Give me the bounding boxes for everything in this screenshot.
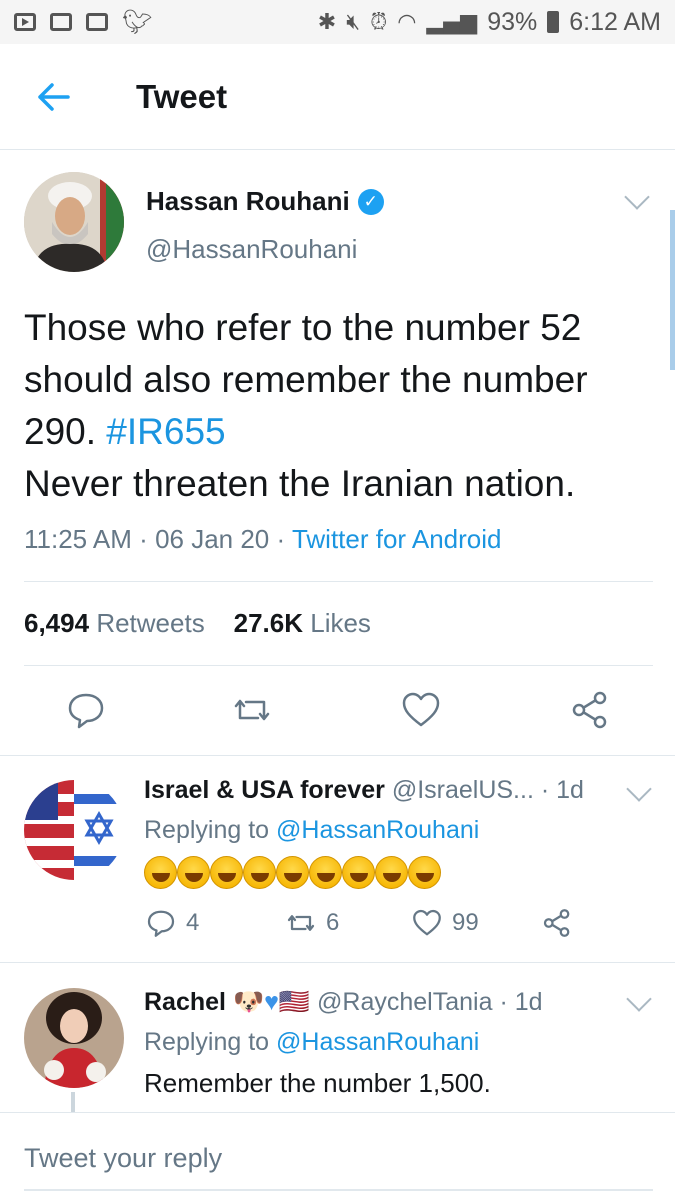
laughing-emoji-icon xyxy=(243,856,276,889)
wifi-icon: ◠ xyxy=(397,9,417,35)
gallery-icon xyxy=(50,13,72,31)
mute-icon: 🔇︎ xyxy=(346,9,361,35)
tweet-date: 06 Jan 20 xyxy=(155,524,270,554)
replying-to-line: Replying to @HassanRouhani xyxy=(144,816,480,844)
reply-menu-chevron-icon[interactable] xyxy=(626,986,652,1012)
retweet-count[interactable]: 6,494 xyxy=(24,608,89,638)
divider xyxy=(24,581,653,582)
author-handle[interactable]: @HassanRouhani xyxy=(146,234,357,265)
reply-author-handle[interactable]: @IsraelUS... xyxy=(392,776,534,804)
twitter-bird-icon: 🐦︎ xyxy=(122,8,153,36)
hashtag-link[interactable]: #IR655 xyxy=(106,411,225,452)
retweet-icon xyxy=(287,915,315,931)
clock: 6:12 AM xyxy=(569,7,661,36)
laughing-emoji-icon xyxy=(309,856,342,889)
tweet-metadata: 11:25 AM · 06 Jan 20 · Twitter for Andro… xyxy=(24,524,502,554)
system-status: ✱ 🔇︎ ⏰︎ ◠ ▂▄▆ 93% 6:12 AM xyxy=(318,8,661,37)
like-heart-icon[interactable] xyxy=(401,690,441,730)
tweet-actions xyxy=(0,690,675,736)
laughing-emoji-icon xyxy=(408,856,441,889)
laughing-emoji-icon xyxy=(177,856,210,889)
likes-label[interactable]: Likes xyxy=(310,608,371,638)
reply-author-name[interactable]: Israel & USA forever xyxy=(144,776,385,804)
tweet-text: Those who refer to the number 52 should … xyxy=(24,307,588,504)
reply-like-button[interactable]: 99 xyxy=(412,908,479,938)
retweets-label[interactable]: Retweets xyxy=(96,608,204,638)
share-icon[interactable] xyxy=(570,690,610,730)
scrollbar[interactable] xyxy=(670,210,675,370)
laughing-emoji-icon xyxy=(342,856,375,889)
reply-author-line: Israel & USA forever @IsraelUS... · 1d xyxy=(144,776,584,804)
like-count[interactable]: 27.6K xyxy=(234,608,303,638)
alarm-icon: ⏰︎ xyxy=(370,9,388,35)
reply-author-line: Rachel 🐶♥🇺🇸 @RaychelTania · 1d xyxy=(144,988,543,1016)
reply-input[interactable]: Tweet your reply xyxy=(24,1143,222,1174)
reply-actions: 4 6 99 xyxy=(0,908,675,948)
back-arrow-icon[interactable] xyxy=(36,82,70,112)
top-app-bar: Tweet xyxy=(0,44,675,150)
reply-icon[interactable] xyxy=(66,690,106,730)
laughing-emoji-icon xyxy=(276,856,309,889)
tweet-time: 11:25 AM xyxy=(24,524,132,554)
share-icon xyxy=(543,909,570,937)
author-avatar[interactable] xyxy=(24,172,124,272)
signal-icon: ▂▄▆ xyxy=(426,9,478,35)
reply-retweet-button[interactable]: 6 xyxy=(286,908,339,938)
laughing-emoji-icon xyxy=(375,856,408,889)
battery-icon xyxy=(547,11,560,33)
thread-connector xyxy=(71,1092,75,1114)
reply-author-handle[interactable]: @RaychelTania xyxy=(317,988,492,1016)
input-underline xyxy=(24,1189,653,1191)
laughing-emoji-icon xyxy=(210,856,243,889)
author-name[interactable]: Hassan Rouhani ✓ xyxy=(146,186,384,217)
reply-age: 1d xyxy=(514,988,543,1016)
page-title: Tweet xyxy=(136,78,228,115)
section-divider xyxy=(0,755,675,756)
blue-heart-icon: ♥ xyxy=(264,988,279,1016)
mention-link[interactable]: @HassanRouhani xyxy=(276,816,479,844)
reply-text: Remember the number 1,500. xyxy=(144,1068,491,1098)
engagement-counts: 6,494 Retweets 27.6K Likes xyxy=(24,608,371,639)
mention-link[interactable]: @HassanRouhani xyxy=(276,1028,479,1056)
us-flag-icon: 🇺🇸 xyxy=(278,988,311,1016)
emoji-text xyxy=(144,856,441,889)
retweet-icon[interactable] xyxy=(232,690,272,730)
reply-avatar[interactable] xyxy=(24,780,124,880)
reply-author-name[interactable]: Rachel xyxy=(144,988,226,1016)
replying-to-line: Replying to @HassanRouhani xyxy=(144,1028,480,1056)
laughing-emoji-icon xyxy=(144,856,177,889)
notification-icons: 🐦︎ xyxy=(14,8,152,36)
reply-age: 1d xyxy=(556,776,584,804)
dog-emoji-icon: 🐶 xyxy=(232,988,265,1016)
section-divider xyxy=(0,962,675,963)
divider xyxy=(24,665,653,666)
status-bar: 🐦︎ ✱ 🔇︎ ⏰︎ ◠ ▂▄▆ 93% 6:12 AM xyxy=(0,0,675,44)
like-heart-icon xyxy=(413,909,441,936)
verified-badge-icon: ✓ xyxy=(357,188,384,215)
reply-reply-button[interactable]: 4 xyxy=(146,908,199,938)
reply-share-button[interactable] xyxy=(542,908,572,938)
reply-avatar[interactable] xyxy=(24,988,124,1088)
reply-icon xyxy=(147,910,175,937)
youtube-icon xyxy=(14,13,36,31)
tweet-source-link[interactable]: Twitter for Android xyxy=(292,524,502,554)
news-icon xyxy=(86,13,108,31)
reply-composer: Tweet your reply xyxy=(0,1112,675,1200)
battery-percent: 93% xyxy=(487,7,538,36)
reply-menu-chevron-icon[interactable] xyxy=(626,776,652,802)
tweet-menu-chevron-icon[interactable] xyxy=(624,184,650,210)
bluetooth-icon: ✱ xyxy=(317,9,337,35)
